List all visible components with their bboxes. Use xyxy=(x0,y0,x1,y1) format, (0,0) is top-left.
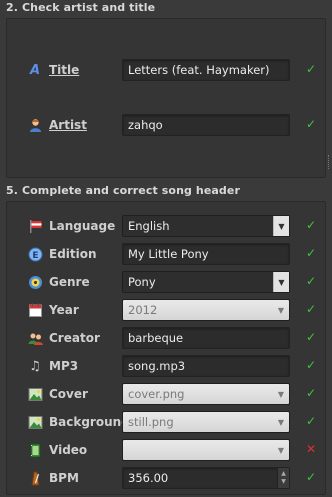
genre-icon xyxy=(27,274,43,290)
artist-input[interactable]: zahqo xyxy=(122,114,290,136)
year-check-icon: ✓ xyxy=(305,302,317,316)
chevron-down-icon[interactable]: ▼ xyxy=(273,440,289,460)
cover-check-icon: ✓ xyxy=(305,386,317,400)
song-header-panel: Language English ▼ ✓ E Edition My Little… xyxy=(6,201,326,495)
year-label-text: Year xyxy=(49,303,79,317)
artist-row: Artist zahqo ✓ xyxy=(7,114,325,136)
title-check-icon: ✓ xyxy=(305,62,317,76)
genre-row: Genre Pony ▼ ✓ xyxy=(7,271,325,293)
metronome-icon xyxy=(27,470,43,486)
background-check-icon: ✓ xyxy=(305,414,317,428)
genre-select[interactable]: Pony ▼ xyxy=(122,271,290,293)
video-icon xyxy=(27,442,43,458)
title-label: A Title xyxy=(27,59,79,81)
bpm-spinbox[interactable]: 356.00 ▲ ▼ xyxy=(122,467,290,489)
creator-label-text: Creator xyxy=(49,331,100,345)
title-row: A Title Letters (feat. Haymaker) ✓ xyxy=(7,59,325,81)
bpm-value: 356.00 xyxy=(128,471,169,485)
cover-row: Cover cover.png ▼ ✓ xyxy=(7,383,325,405)
calendar-icon xyxy=(27,302,43,318)
video-label-text: Video xyxy=(49,443,88,457)
mp3-label-text: MP3 xyxy=(49,359,79,373)
svg-text:E: E xyxy=(32,251,38,261)
cover-select[interactable]: cover.png ▼ xyxy=(122,383,290,405)
language-row: Language English ▼ ✓ xyxy=(7,215,325,237)
creator-row: Creator barbeque ✓ xyxy=(7,327,325,349)
language-label-text: Language xyxy=(49,219,116,233)
edition-row: E Edition My Little Pony ✓ xyxy=(7,243,325,265)
music-note-icon: ♫ xyxy=(29,358,41,374)
title-input[interactable]: Letters (feat. Haymaker) xyxy=(122,59,290,81)
edition-label-text: Edition xyxy=(49,247,97,261)
background-image-icon xyxy=(27,414,43,430)
chevron-down-icon[interactable]: ▼ xyxy=(273,300,289,320)
video-row: Video ▼ ✕ xyxy=(7,439,325,461)
genre-label: Genre xyxy=(27,271,90,293)
bpm-row: BPM 356.00 ▲ ▼ ✓ xyxy=(7,467,325,489)
year-label: Year xyxy=(27,299,79,321)
background-label-text: Background xyxy=(49,415,130,429)
video-label: Video xyxy=(27,439,87,461)
year-value: 2012 xyxy=(128,303,158,317)
background-row: Background still.png ▼ ✓ xyxy=(7,411,325,433)
flag-icon xyxy=(27,218,43,234)
bpm-label-text: BPM xyxy=(49,471,79,485)
background-select[interactable]: still.png ▼ xyxy=(122,411,290,433)
cover-label: Cover xyxy=(27,383,88,405)
cover-label-text: Cover xyxy=(49,387,88,401)
year-row: Year 2012 ▼ ✓ xyxy=(7,299,325,321)
spin-arrows-icon[interactable]: ▲ ▼ xyxy=(277,468,289,488)
title-label-text: Title xyxy=(49,63,80,77)
section-2-header: 2. Check artist and title xyxy=(6,1,156,14)
chevron-down-icon[interactable]: ▼ xyxy=(273,412,289,432)
mp3-input[interactable]: song.mp3 xyxy=(122,355,290,377)
cover-value: cover.png xyxy=(128,387,185,401)
image-icon xyxy=(27,386,43,402)
video-select[interactable]: ▼ xyxy=(122,439,290,461)
artist-check-icon: ✓ xyxy=(305,117,317,131)
mp3-label: ♫ MP3 xyxy=(27,355,78,377)
edition-input[interactable]: My Little Pony xyxy=(122,243,290,265)
edition-label: E Edition xyxy=(27,243,97,265)
language-select[interactable]: English ▼ xyxy=(122,215,290,237)
chevron-down-icon[interactable]: ▼ xyxy=(273,216,289,236)
mp3-row: ♫ MP3 song.mp3 ✓ xyxy=(7,355,325,377)
genre-check-icon: ✓ xyxy=(305,274,317,288)
check-artist-title-panel: A Title Letters (feat. Haymaker) ✓ Artis… xyxy=(6,18,326,178)
chevron-down-icon[interactable]: ▼ xyxy=(273,272,289,292)
language-label: Language xyxy=(27,215,115,237)
creator-input[interactable]: barbeque xyxy=(122,327,290,349)
language-value: English xyxy=(128,219,170,233)
resize-grip[interactable] xyxy=(328,155,330,169)
creator-check-icon: ✓ xyxy=(305,330,317,344)
section-5-header: 5. Complete and correct song header xyxy=(6,184,240,197)
video-error-icon: ✕ xyxy=(305,442,317,456)
year-select[interactable]: 2012 ▼ xyxy=(122,299,290,321)
background-label: Background xyxy=(27,411,130,433)
title-icon: A xyxy=(29,62,41,78)
artist-label: Artist xyxy=(27,114,87,136)
creator-icon xyxy=(27,330,43,346)
mp3-check-icon: ✓ xyxy=(305,358,317,372)
background-value: still.png xyxy=(128,415,174,429)
creator-label: Creator xyxy=(27,327,100,349)
bpm-label: BPM xyxy=(27,467,79,489)
genre-label-text: Genre xyxy=(49,275,90,289)
genre-value: Pony xyxy=(128,275,156,289)
edition-icon: E xyxy=(27,246,43,262)
artist-icon xyxy=(27,117,43,133)
language-check-icon: ✓ xyxy=(305,218,317,232)
bpm-check-icon: ✓ xyxy=(305,470,317,484)
artist-label-text: Artist xyxy=(49,118,87,132)
edition-check-icon: ✓ xyxy=(305,246,317,260)
chevron-down-icon[interactable]: ▼ xyxy=(273,384,289,404)
